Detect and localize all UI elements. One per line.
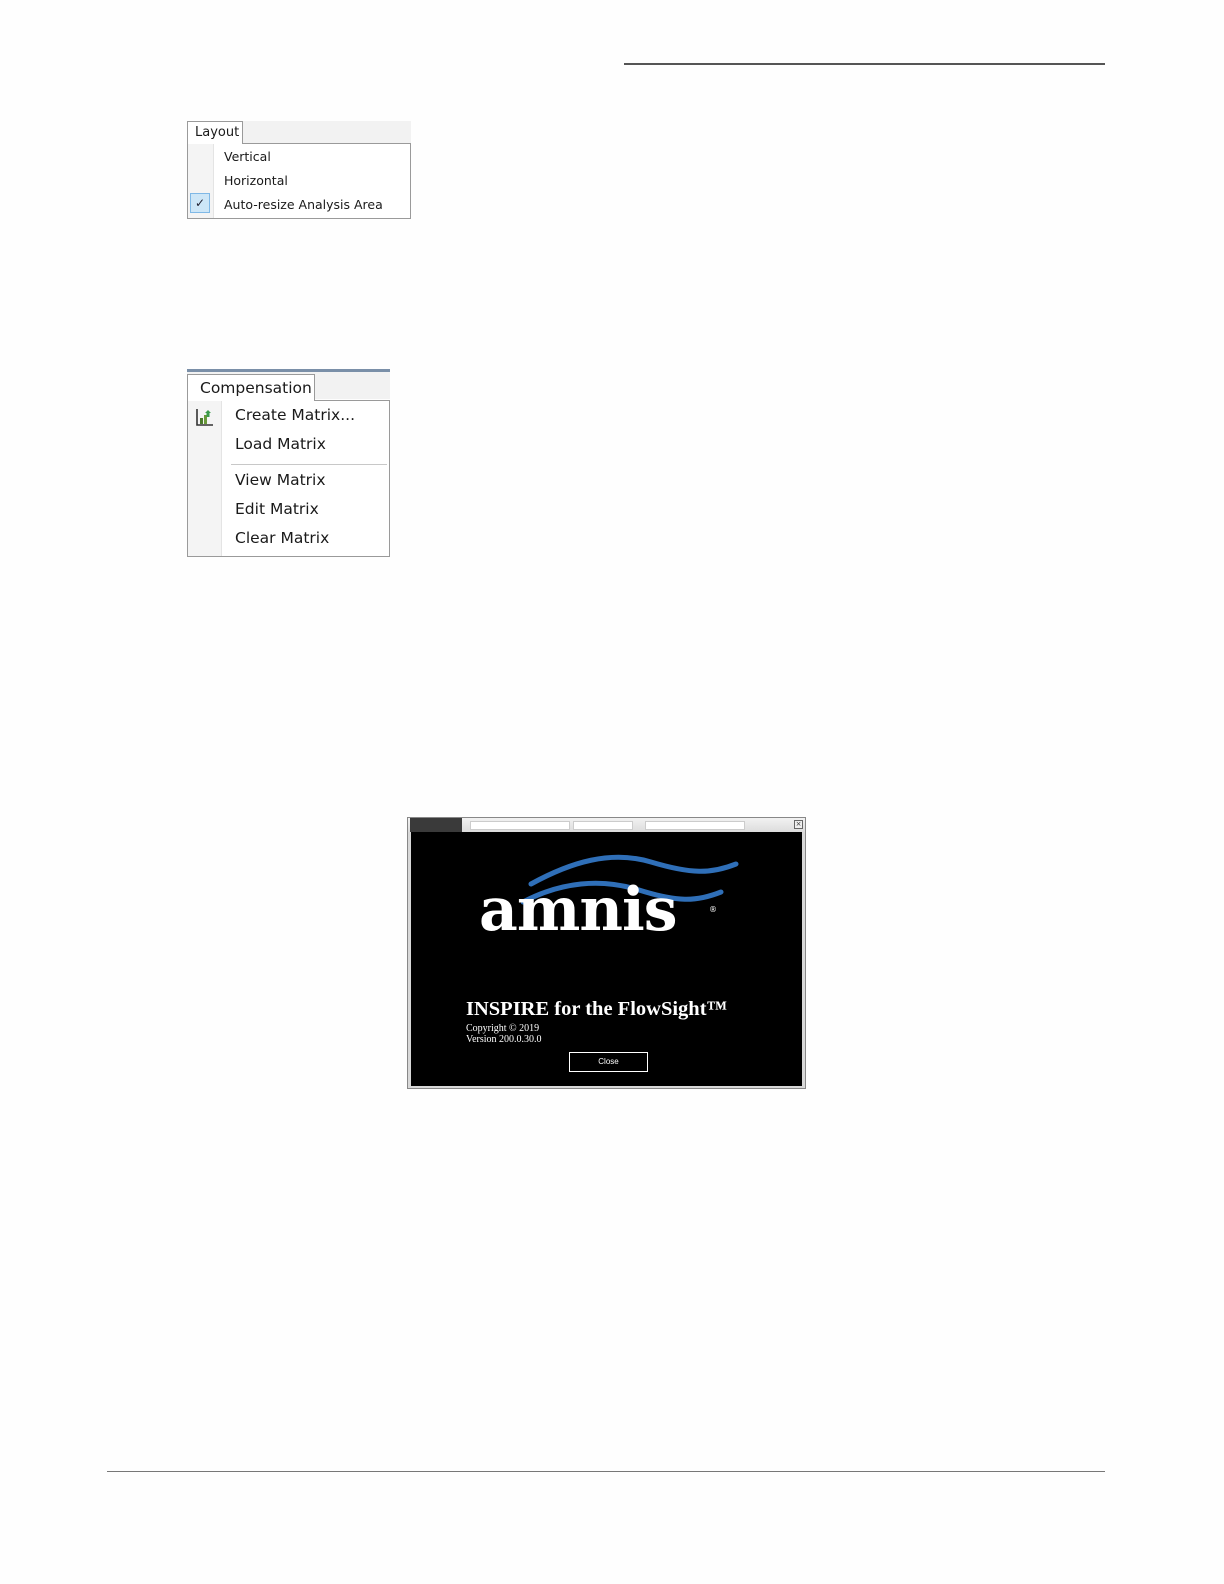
create-matrix-icon — [196, 409, 213, 426]
menu-item-clear-matrix[interactable]: Clear Matrix — [235, 529, 329, 547]
layout-menu-dropdown: Vertical Horizontal ✓ Auto-resize Analys… — [187, 143, 411, 219]
menu-item-auto-resize[interactable]: Auto-resize Analysis Area — [224, 197, 383, 212]
checkmark-icon: ✓ — [190, 193, 210, 213]
product-name: INSPIRE for the FlowSight™ — [466, 998, 728, 1020]
version-text: Version 200.0.30.0 — [466, 1034, 542, 1045]
layout-menu: Layout Vertical Horizontal ✓ Auto-resize… — [187, 121, 411, 219]
menu-item-edit-matrix[interactable]: Edit Matrix — [235, 500, 319, 518]
menu-item-vertical[interactable]: Vertical — [224, 149, 271, 164]
copyright-text: Copyright © 2019 — [466, 1023, 540, 1034]
about-dialog: × amnis ® INSPIRE for the FlowSight™ Cop… — [407, 817, 806, 1089]
close-button[interactable]: Close — [569, 1052, 648, 1072]
amnis-logo: amnis — [479, 875, 678, 945]
layout-menu-tab[interactable]: Layout — [187, 121, 243, 144]
footer-rule — [107, 1471, 1105, 1472]
dialog-titlebar: × — [408, 818, 805, 832]
compensation-menu: Compensation Create Matrix... Load Matri… — [187, 369, 390, 557]
background-field — [645, 821, 745, 830]
menu-item-view-matrix[interactable]: View Matrix — [235, 471, 326, 489]
background-field — [470, 821, 570, 830]
header-rule — [624, 63, 1105, 65]
close-icon[interactable]: × — [794, 820, 803, 829]
compensation-menu-dropdown: Create Matrix... Load Matrix View Matrix… — [187, 400, 390, 557]
titlebar-dark-region — [410, 818, 462, 832]
splash-screen: amnis ® INSPIRE for the FlowSight™ Copyr… — [411, 832, 802, 1086]
menu-item-create-matrix[interactable]: Create Matrix... — [235, 406, 355, 424]
menu-item-horizontal[interactable]: Horizontal — [224, 173, 288, 188]
registered-mark: ® — [709, 905, 717, 914]
background-field — [573, 821, 633, 830]
menu-separator — [231, 464, 387, 465]
menu-item-load-matrix[interactable]: Load Matrix — [235, 435, 326, 453]
compensation-menu-tab[interactable]: Compensation — [187, 374, 315, 401]
